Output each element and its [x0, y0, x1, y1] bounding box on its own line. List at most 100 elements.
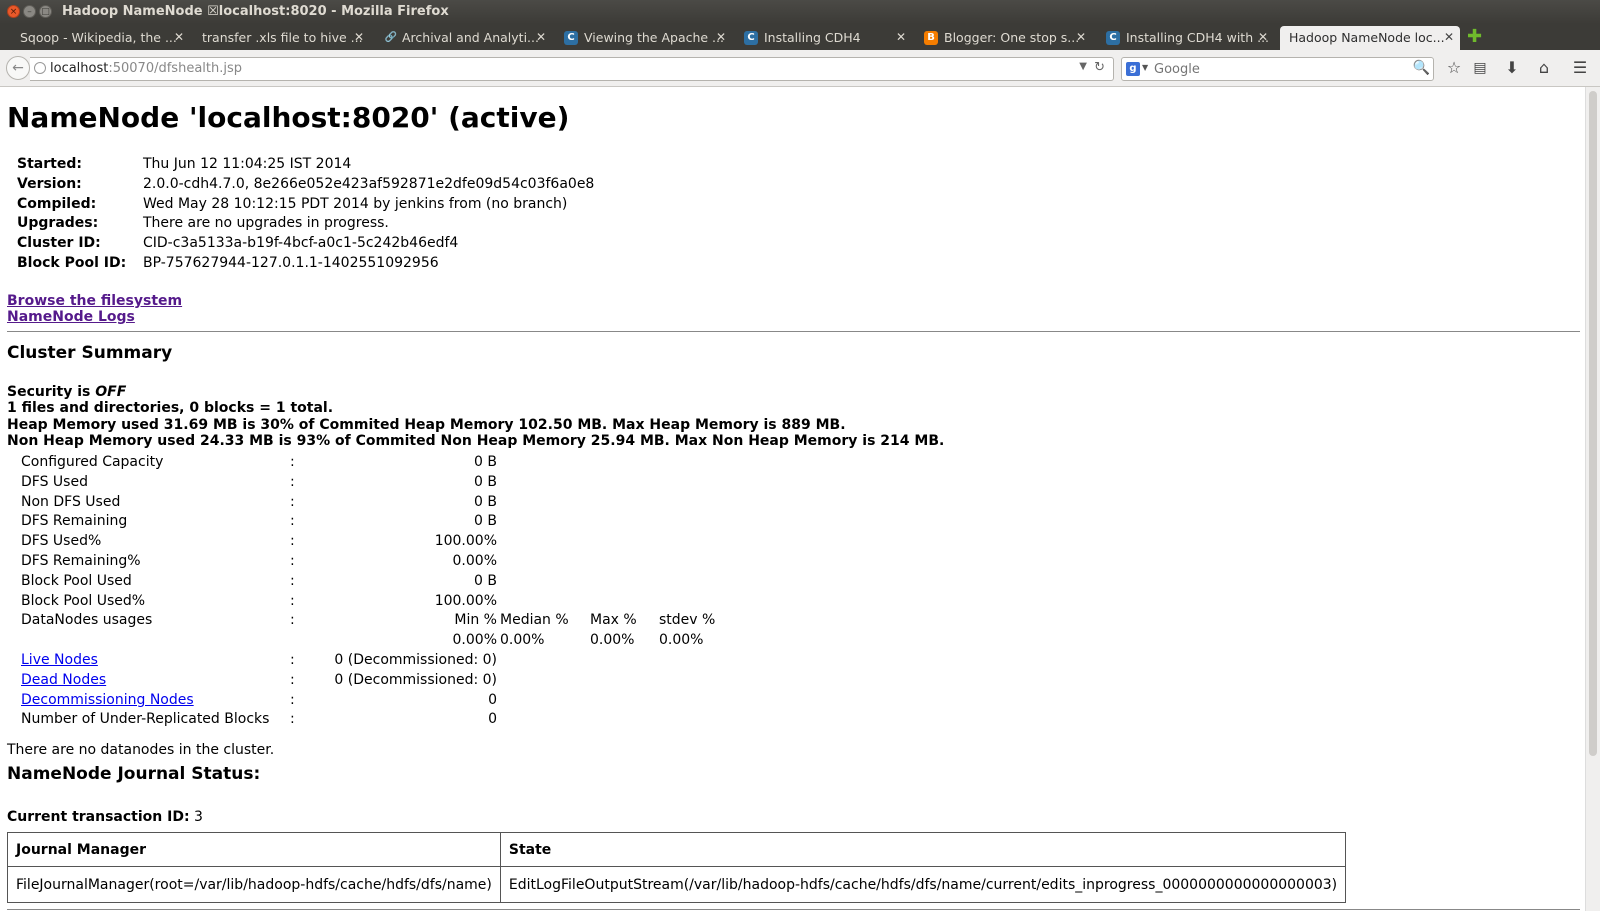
info-row: Compiled: Wed May 28 10:12:15 PDT 2014 by…: [17, 195, 594, 215]
nonheap-summary: Non Heap Memory used 24.33 MB is 93% of …: [7, 432, 945, 449]
namenode-info: Started: Thu Jun 12 11:04:25 IST 2014 Ver…: [17, 155, 594, 274]
browser-tab[interactable]: Sqoop - Wikipedia, the ... ✕: [0, 26, 190, 50]
reload-icon[interactable]: ↻: [1094, 60, 1105, 75]
info-row: Block Pool ID: BP-757627944-127.0.1.1-140…: [17, 254, 594, 274]
info-key: Cluster ID:: [17, 235, 101, 252]
browse-filesystem-link[interactable]: Browse the filesystem: [7, 293, 182, 309]
window-controls: × – □: [7, 5, 52, 18]
transaction-id-value: 3: [189, 809, 203, 825]
stat-label: Block Pool Used: [21, 572, 132, 589]
info-value: Thu Jun 12 11:04:25 IST 2014: [143, 156, 352, 172]
tab-close-icon[interactable]: ✕: [1258, 30, 1268, 44]
tab-close-icon[interactable]: ✕: [716, 30, 726, 44]
stat-value: 0 B: [474, 572, 497, 589]
files-summary: 1 files and directories, 0 blocks = 1 to…: [7, 400, 334, 417]
stat-separator: :: [290, 691, 295, 708]
window-titlebar: × – □ Hadoop NameNode ☒localhost:8020 - …: [0, 0, 1600, 24]
download-icon[interactable]: ⬇: [1501, 57, 1523, 79]
tab-close-icon[interactable]: ✕: [174, 30, 184, 44]
window-close-icon[interactable]: ×: [7, 5, 20, 18]
usage-header-stdev: stdev %: [659, 612, 716, 629]
journal-state-cell: EditLogFileOutputStream(/var/lib/hadoop-…: [499, 866, 1347, 903]
stat-label: DFS Used%: [21, 533, 102, 550]
link-icon: 🔗: [384, 32, 398, 43]
usage-header-max: Max %: [590, 612, 637, 629]
browser-tab[interactable]: transfer .xls file to hive ... ✕: [190, 26, 370, 50]
stat-separator: :: [290, 473, 295, 490]
url-bar[interactable]: localhost:50070/dfshealth.jsp ▼ ↻: [30, 57, 1114, 81]
search-engine-dropdown-icon[interactable]: ▼: [1142, 63, 1148, 72]
tab-close-icon[interactable]: ✕: [354, 30, 364, 44]
journal-status-heading: NameNode Journal Status:: [7, 764, 261, 784]
tab-close-icon[interactable]: ✕: [1076, 30, 1086, 44]
live-nodes-link[interactable]: Live Nodes: [21, 651, 98, 671]
search-input[interactable]: [1152, 60, 1406, 78]
info-value: 2.0.0-cdh4.7.0, 8e266e052e423af592871e2d…: [143, 175, 595, 192]
usage-value-max: 0.00%: [590, 632, 635, 649]
stat-separator: :: [290, 651, 295, 668]
info-key: Compiled:: [17, 195, 97, 212]
stat-label: Non DFS Used: [21, 493, 121, 510]
menu-icon[interactable]: ☰: [1569, 57, 1591, 79]
cloudera-icon: C: [564, 31, 578, 45]
security-status: Security is OFF: [7, 384, 944, 400]
usage-value-min: 0.00%: [452, 632, 497, 649]
stat-value: 0 B: [474, 513, 497, 530]
tab-close-icon[interactable]: ✕: [536, 30, 546, 44]
stat-value: 0.00%: [452, 552, 497, 569]
tab-label: Sqoop - Wikipedia, the ...: [20, 30, 177, 45]
info-key: Version:: [17, 175, 82, 192]
browser-tab[interactable]: C Installing CDH4 ✕: [740, 26, 912, 50]
history-dropdown-icon[interactable]: ▼: [1079, 61, 1087, 72]
info-value: BP-757627944-127.0.1.1-1402551092956: [143, 254, 439, 271]
window-minimize-icon[interactable]: –: [23, 5, 36, 18]
tab-close-icon[interactable]: ✕: [1444, 30, 1454, 44]
globe-icon: [34, 62, 46, 74]
search-bar[interactable]: g ▼ 🔍: [1121, 57, 1434, 81]
browser-tab[interactable]: C Installing CDH4 with ... ✕: [1102, 26, 1274, 50]
browser-tab-active[interactable]: Hadoop NameNode loc... ✕: [1280, 26, 1460, 50]
tab-close-icon[interactable]: ✕: [896, 30, 906, 44]
stat-label: DataNodes usages: [21, 612, 153, 629]
window-maximize-icon[interactable]: □: [39, 5, 52, 18]
heap-summary: Heap Memory used 31.69 MB is 30% of Comm…: [7, 416, 846, 433]
stat-separator: :: [290, 572, 295, 589]
url-path: :50070/dfshealth.jsp: [108, 61, 242, 76]
tab-label: Hadoop NameNode loc...: [1289, 30, 1445, 45]
blogger-icon: B: [924, 31, 938, 45]
stat-value: 0: [488, 691, 497, 708]
cloudera-icon: C: [744, 31, 758, 45]
home-icon[interactable]: ⌂: [1533, 57, 1555, 79]
transaction-id: Current transaction ID: 3: [7, 809, 203, 825]
stat-separator: :: [290, 454, 295, 470]
vertical-scrollbar[interactable]: [1585, 87, 1600, 911]
dead-nodes-link[interactable]: Dead Nodes: [21, 671, 106, 691]
divider: [7, 909, 1580, 910]
decommissioning-nodes-link[interactable]: Decommissioning Nodes: [21, 691, 194, 711]
scrollbar-thumb[interactable]: [1589, 91, 1597, 756]
search-icon[interactable]: 🔍: [1413, 60, 1430, 76]
usage-header-min: Min %: [454, 612, 497, 629]
new-tab-icon[interactable]: ✚: [1467, 27, 1482, 47]
google-icon[interactable]: g: [1126, 62, 1140, 76]
namenode-logs-link[interactable]: NameNode Logs: [7, 309, 182, 325]
journal-header-row: Journal Manager State: [7, 832, 1347, 867]
browser-tab[interactable]: B Blogger: One stop s... ✕: [920, 26, 1092, 50]
tab-label: transfer .xls file to hive ...: [202, 30, 363, 45]
bookmark-star-icon[interactable]: ☆: [1443, 57, 1465, 79]
security-value: OFF: [95, 384, 127, 400]
table-row: FileJournalManager(root=/var/lib/hadoop-…: [7, 866, 1347, 903]
divider: [7, 331, 1580, 332]
browser-tab[interactable]: C Viewing the Apache ... ✕: [560, 26, 732, 50]
url-text[interactable]: localhost:50070/dfshealth.jsp: [50, 61, 242, 76]
back-arrow-icon[interactable]: ←: [6, 56, 30, 80]
window-title: Hadoop NameNode ☒localhost:8020 - Mozill…: [62, 4, 449, 19]
info-value: There are no upgrades in progress.: [143, 215, 389, 232]
info-row: Upgrades: There are no upgrades in progre…: [17, 214, 594, 234]
navigation-bar: ← localhost:50070/dfshealth.jsp ▼ ↻ g ▼ …: [0, 50, 1600, 87]
browser-tab[interactable]: 🔗 Archival and Analyti... ✕: [380, 26, 552, 50]
bookmarks-list-icon[interactable]: ▤: [1469, 57, 1491, 79]
stat-separator: :: [290, 711, 295, 728]
page-content: NameNode 'localhost:8020' (active) Start…: [0, 87, 1586, 911]
stat-value: 0 B: [474, 454, 497, 470]
